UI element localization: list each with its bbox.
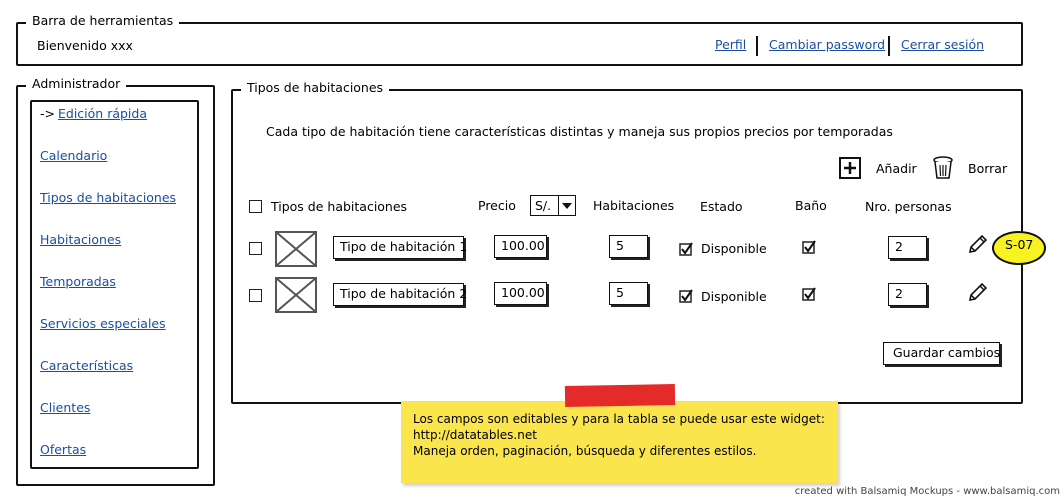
- dropdown-arrow-icon: [558, 196, 575, 215]
- annotation-badge: S-07: [992, 231, 1046, 265]
- persons-input[interactable]: 2: [888, 236, 927, 259]
- sidebar-item-edicion-rapida[interactable]: Edición rápida: [58, 106, 147, 121]
- sidebar-legend: Administrador: [26, 76, 127, 92]
- row-checkbox[interactable]: [249, 242, 262, 255]
- column-header-status: Estado: [700, 199, 743, 214]
- sidebar-item-caracteristicas[interactable]: Características: [40, 358, 133, 373]
- column-header-persons: Nro. personas: [865, 199, 952, 214]
- row-checkbox[interactable]: [249, 289, 262, 302]
- toolbar-separator: [756, 36, 758, 56]
- column-header-price: Precio: [478, 198, 516, 213]
- profile-link[interactable]: Perfil: [715, 37, 746, 52]
- trash-icon[interactable]: [932, 156, 954, 180]
- note-line-1: Los campos son editables y para la tabla…: [413, 412, 825, 426]
- note-line-3: Maneja orden, paginación, búsqueda y dif…: [413, 444, 757, 458]
- room-type-name-input[interactable]: Tipo de habitación 2: [333, 283, 467, 306]
- currency-select-value: S/.: [535, 198, 552, 213]
- toolbar-legend: Barra de herramientas: [26, 13, 180, 29]
- pencil-icon[interactable]: [967, 233, 989, 255]
- image-placeholder-icon: [275, 277, 317, 313]
- sidebar-item-ofertas[interactable]: Ofertas: [40, 442, 86, 457]
- sidebar-item-calendario[interactable]: Calendario: [40, 148, 107, 163]
- pencil-icon[interactable]: [967, 281, 989, 303]
- rooms-input[interactable]: 5: [609, 282, 648, 305]
- checked-checkbox-icon[interactable]: [679, 242, 694, 257]
- annotation-badge-label: S-07: [1005, 237, 1034, 252]
- price-input[interactable]: 100.00: [494, 282, 547, 305]
- column-header-bath: Baño: [795, 198, 827, 213]
- red-tape: [564, 384, 676, 407]
- section-description: Cada tipo de habitación tiene caracterís…: [266, 124, 893, 139]
- save-changes-button[interactable]: Guardar cambios: [883, 342, 1000, 365]
- sidebar-item-habitaciones[interactable]: Habitaciones: [40, 232, 121, 247]
- change-password-link[interactable]: Cambiar password: [769, 37, 885, 52]
- add-icon[interactable]: [839, 157, 861, 179]
- delete-button-label[interactable]: Borrar: [968, 161, 1007, 176]
- logout-link[interactable]: Cerrar sesión: [901, 37, 984, 52]
- note-line-2: http://datatables.net: [413, 428, 537, 442]
- checked-checkbox-icon[interactable]: [802, 240, 817, 255]
- status-label: Disponible: [701, 289, 767, 304]
- image-placeholder-icon: [275, 231, 317, 267]
- sidebar-item-temporadas[interactable]: Temporadas: [40, 274, 116, 289]
- checked-checkbox-icon[interactable]: [679, 289, 694, 304]
- sidebar-item-tipos-habitaciones[interactable]: Tipos de habitaciones: [40, 190, 176, 205]
- sidebar-item-clientes[interactable]: Clientes: [40, 400, 90, 415]
- welcome-text: Bienvenido xxx: [37, 38, 133, 53]
- current-item-arrow: ->: [40, 106, 55, 121]
- persons-input[interactable]: 2: [888, 283, 927, 306]
- add-button-label[interactable]: Añadir: [876, 161, 917, 176]
- column-header-name: Tipos de habitaciones: [271, 199, 408, 214]
- price-input[interactable]: 100.00: [494, 235, 547, 258]
- rooms-input[interactable]: 5: [609, 235, 648, 258]
- toolbar-separator: [888, 36, 890, 56]
- sidebar-item-servicios-especiales[interactable]: Servicios especiales: [40, 316, 166, 331]
- status-label: Disponible: [701, 241, 767, 256]
- checked-checkbox-icon[interactable]: [802, 287, 817, 302]
- column-header-rooms: Habitaciones: [593, 198, 675, 213]
- currency-select[interactable]: S/.: [530, 195, 576, 216]
- select-all-checkbox[interactable]: [249, 200, 262, 213]
- footer-credit: created with Balsamiq Mockups - www.bals…: [794, 486, 1060, 497]
- room-type-name-input[interactable]: Tipo de habitación 1: [333, 236, 467, 259]
- main-legend: Tipos de habitaciones: [241, 80, 390, 96]
